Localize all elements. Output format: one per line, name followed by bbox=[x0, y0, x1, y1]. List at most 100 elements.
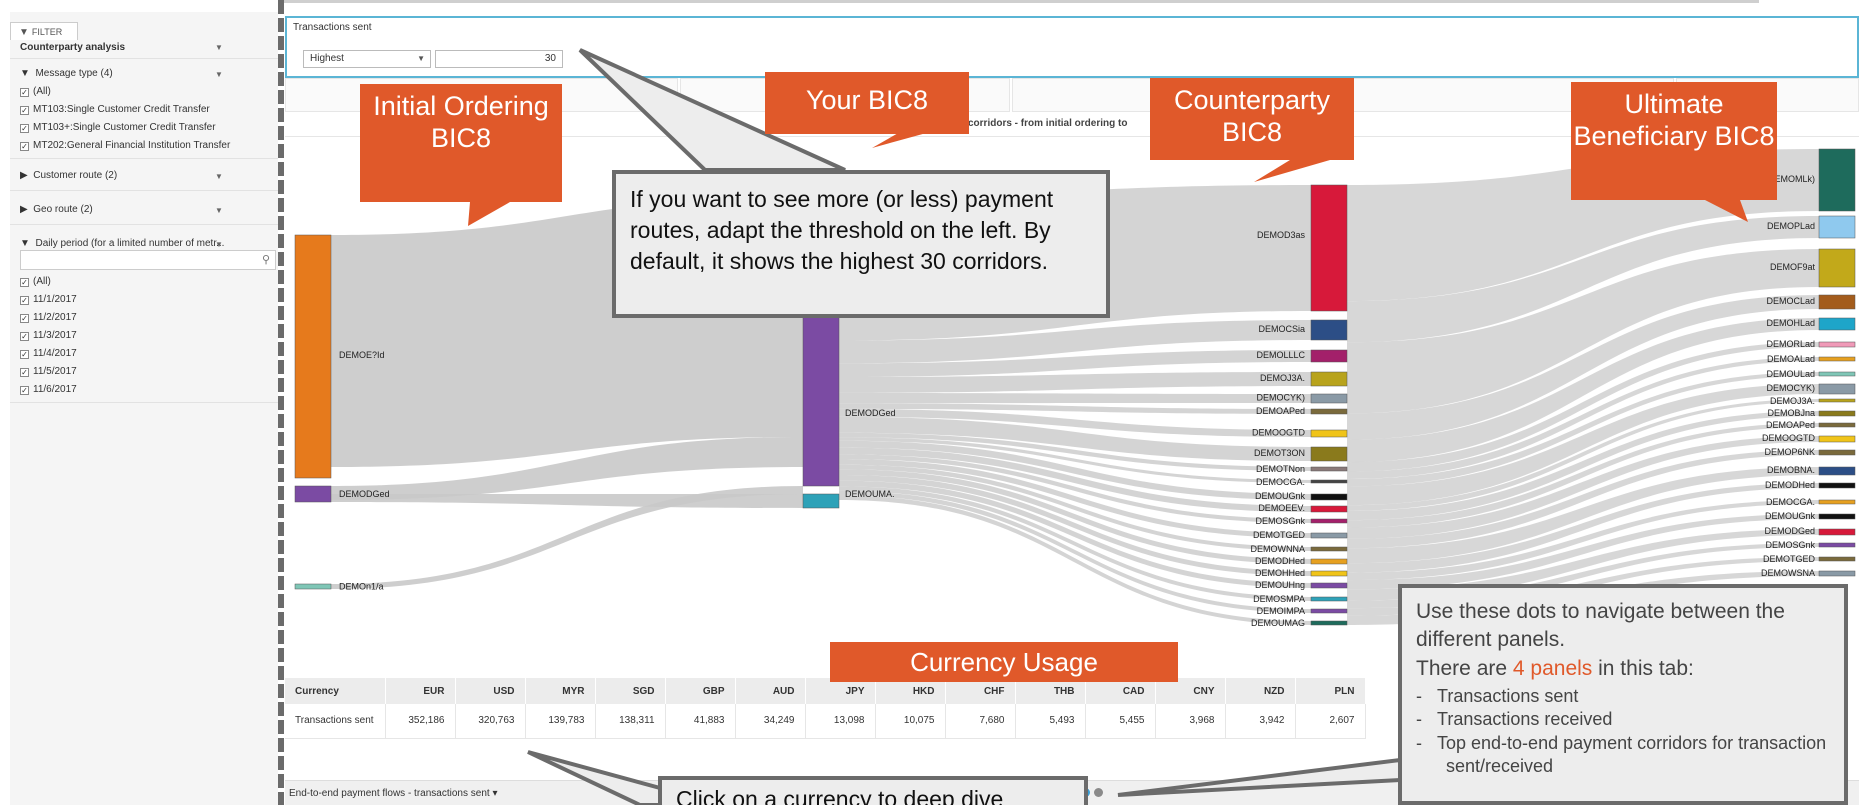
currency-header[interactable]: PLN bbox=[1295, 678, 1366, 704]
checkbox-checked-icon[interactable]: ✓ bbox=[20, 124, 29, 133]
ultimate-beneficiary-node[interactable] bbox=[1818, 356, 1856, 362]
checkbox-checked-icon[interactable]: ✓ bbox=[20, 278, 29, 287]
counterparty-node[interactable] bbox=[1310, 429, 1348, 438]
counterparty-node[interactable] bbox=[1310, 466, 1348, 472]
counterparty-node[interactable] bbox=[1310, 371, 1348, 387]
counterparty-node[interactable] bbox=[1310, 570, 1348, 577]
currency-header[interactable]: SGD bbox=[595, 678, 666, 704]
counterparty-node[interactable] bbox=[1310, 408, 1348, 415]
counterparty-node[interactable] bbox=[1310, 493, 1348, 501]
ranking-select[interactable]: Highest ▼ bbox=[303, 50, 431, 68]
flow-link[interactable] bbox=[839, 392, 1311, 404]
currency-header[interactable]: NZD bbox=[1225, 678, 1296, 704]
checkbox-checked-icon[interactable]: ✓ bbox=[20, 106, 29, 115]
panel-selector[interactable]: End-to-end payment flows - transactions … bbox=[289, 788, 497, 799]
counterparty-node[interactable] bbox=[1310, 505, 1348, 513]
currency-header[interactable]: GBP bbox=[665, 678, 736, 704]
currency-value-cell[interactable]: 3,968 bbox=[1155, 704, 1226, 739]
checkbox-checked-icon[interactable]: ✓ bbox=[20, 350, 29, 359]
ultimate-beneficiary-node[interactable] bbox=[1818, 341, 1856, 348]
checkbox-checked-icon[interactable]: ✓ bbox=[20, 368, 29, 377]
your-bic-node[interactable] bbox=[802, 493, 840, 509]
counterparty-node[interactable] bbox=[1310, 558, 1348, 565]
currency-value-cell[interactable]: 34,249 bbox=[735, 704, 806, 739]
checkbox-item[interactable]: ✓ (All) bbox=[20, 86, 51, 97]
currency-value-cell[interactable]: 13,098 bbox=[805, 704, 876, 739]
counterparty-node[interactable] bbox=[1310, 608, 1348, 614]
currency-value-cell[interactable]: 2,607 bbox=[1295, 704, 1366, 739]
counterparty-node[interactable] bbox=[1310, 596, 1348, 602]
counterparty-node[interactable] bbox=[1310, 546, 1348, 552]
geo-route-header[interactable]: ▶ Geo route (2) bbox=[20, 204, 93, 215]
currency-value-cell[interactable]: 352,186 bbox=[385, 704, 456, 739]
currency-value-cell[interactable]: 41,883 bbox=[665, 704, 736, 739]
counterparty-node[interactable] bbox=[1310, 446, 1348, 462]
ultimate-beneficiary-node[interactable] bbox=[1818, 294, 1856, 310]
currency-value-cell[interactable]: 5,455 bbox=[1085, 704, 1156, 739]
table-row[interactable]: Transactions sent 352,186 320,763 139,783 13… bbox=[285, 704, 1366, 739]
currency-header[interactable]: USD bbox=[455, 678, 526, 704]
currency-value-cell[interactable]: 3,942 bbox=[1225, 704, 1296, 739]
currency-value-cell[interactable]: 5,493 bbox=[1015, 704, 1086, 739]
counterparty-node[interactable] bbox=[1310, 349, 1348, 363]
filter-tab[interactable]: ▼ FILTER bbox=[10, 22, 78, 40]
checkbox-item[interactable]: ✓ MT202:General Financial Institution Tra… bbox=[20, 140, 230, 151]
checkbox-item[interactable]: ✓ MT103:Single Customer Credit Transfer bbox=[20, 104, 210, 115]
checkbox-item[interactable]: ✓ 11/3/2017 bbox=[20, 330, 77, 341]
checkbox-item[interactable]: ✓ (All) bbox=[20, 276, 51, 287]
currency-value-cell[interactable]: 139,783 bbox=[525, 704, 596, 739]
checkbox-checked-icon[interactable]: ✓ bbox=[20, 386, 29, 395]
ultimate-beneficiary-node[interactable] bbox=[1818, 371, 1856, 377]
checkbox-item[interactable]: ✓ MT103+:Single Customer Credit Transfer bbox=[20, 122, 216, 133]
counterparty-node[interactable] bbox=[1310, 532, 1348, 539]
ultimate-beneficiary-node[interactable] bbox=[1818, 570, 1856, 577]
currency-header[interactable]: AUD bbox=[735, 678, 806, 704]
currency-value-cell[interactable]: 320,763 bbox=[455, 704, 526, 739]
chevron-down-icon[interactable]: ▼ bbox=[215, 240, 223, 249]
currency-value-cell[interactable]: 10,075 bbox=[875, 704, 946, 739]
initial-ordering-node[interactable] bbox=[294, 485, 332, 503]
counterparty-node[interactable] bbox=[1310, 479, 1348, 484]
chevron-down-icon[interactable]: ▼ bbox=[215, 206, 223, 215]
currency-header[interactable]: EUR bbox=[385, 678, 456, 704]
chevron-down-icon[interactable]: ▼ bbox=[215, 70, 223, 79]
checkbox-item[interactable]: ✓ 11/1/2017 bbox=[20, 294, 77, 305]
ultimate-beneficiary-node[interactable] bbox=[1818, 410, 1856, 417]
checkbox-checked-icon[interactable]: ✓ bbox=[20, 296, 29, 305]
threshold-input[interactable]: 30 bbox=[435, 50, 563, 68]
chevron-down-icon[interactable]: ▼ bbox=[215, 43, 223, 52]
checkbox-checked-icon[interactable]: ✓ bbox=[20, 314, 29, 323]
initial-ordering-node[interactable] bbox=[294, 583, 332, 590]
counterparty-node[interactable] bbox=[1310, 319, 1348, 341]
customer-route-header[interactable]: ▶ Customer route (2) bbox=[20, 170, 117, 181]
checkbox-item[interactable]: ✓ 11/2/2017 bbox=[20, 312, 77, 323]
daily-period-header[interactable]: ▼ Daily period (for a limited number of … bbox=[20, 238, 224, 249]
ultimate-beneficiary-node[interactable] bbox=[1818, 499, 1856, 505]
chevron-down-icon[interactable]: ▼ bbox=[215, 172, 223, 181]
checkbox-item[interactable]: ✓ 11/5/2017 bbox=[20, 366, 77, 377]
message-type-header[interactable]: ▼ Message type (4) bbox=[20, 68, 113, 79]
counterparty-node[interactable] bbox=[1310, 620, 1348, 626]
ultimate-beneficiary-node[interactable] bbox=[1818, 422, 1856, 428]
nav-dot[interactable] bbox=[1094, 788, 1103, 797]
search-input[interactable]: ⚲ bbox=[20, 250, 276, 270]
checkbox-item[interactable]: ✓ 11/4/2017 bbox=[20, 348, 77, 359]
ultimate-beneficiary-node[interactable] bbox=[1818, 317, 1856, 331]
counterparty-node[interactable] bbox=[1310, 184, 1348, 312]
counterparty-node[interactable] bbox=[1310, 393, 1348, 404]
ultimate-beneficiary-node[interactable] bbox=[1818, 542, 1856, 548]
checkbox-checked-icon[interactable]: ✓ bbox=[20, 332, 29, 341]
ultimate-beneficiary-node[interactable] bbox=[1818, 215, 1856, 239]
ultimate-beneficiary-node[interactable] bbox=[1818, 482, 1856, 489]
initial-ordering-node[interactable] bbox=[294, 234, 332, 479]
ultimate-beneficiary-node[interactable] bbox=[1818, 248, 1856, 288]
checkbox-item[interactable]: ✓ 11/6/2017 bbox=[20, 384, 77, 395]
currency-header[interactable]: MYR bbox=[525, 678, 596, 704]
ultimate-beneficiary-node[interactable] bbox=[1818, 148, 1856, 212]
currency-value-cell[interactable]: 138,311 bbox=[595, 704, 666, 739]
currency-value-cell[interactable]: 7,680 bbox=[945, 704, 1016, 739]
ultimate-beneficiary-node[interactable] bbox=[1818, 435, 1856, 443]
ultimate-beneficiary-node[interactable] bbox=[1818, 513, 1856, 520]
counterparty-node[interactable] bbox=[1310, 582, 1348, 589]
ultimate-beneficiary-node[interactable] bbox=[1818, 528, 1856, 536]
